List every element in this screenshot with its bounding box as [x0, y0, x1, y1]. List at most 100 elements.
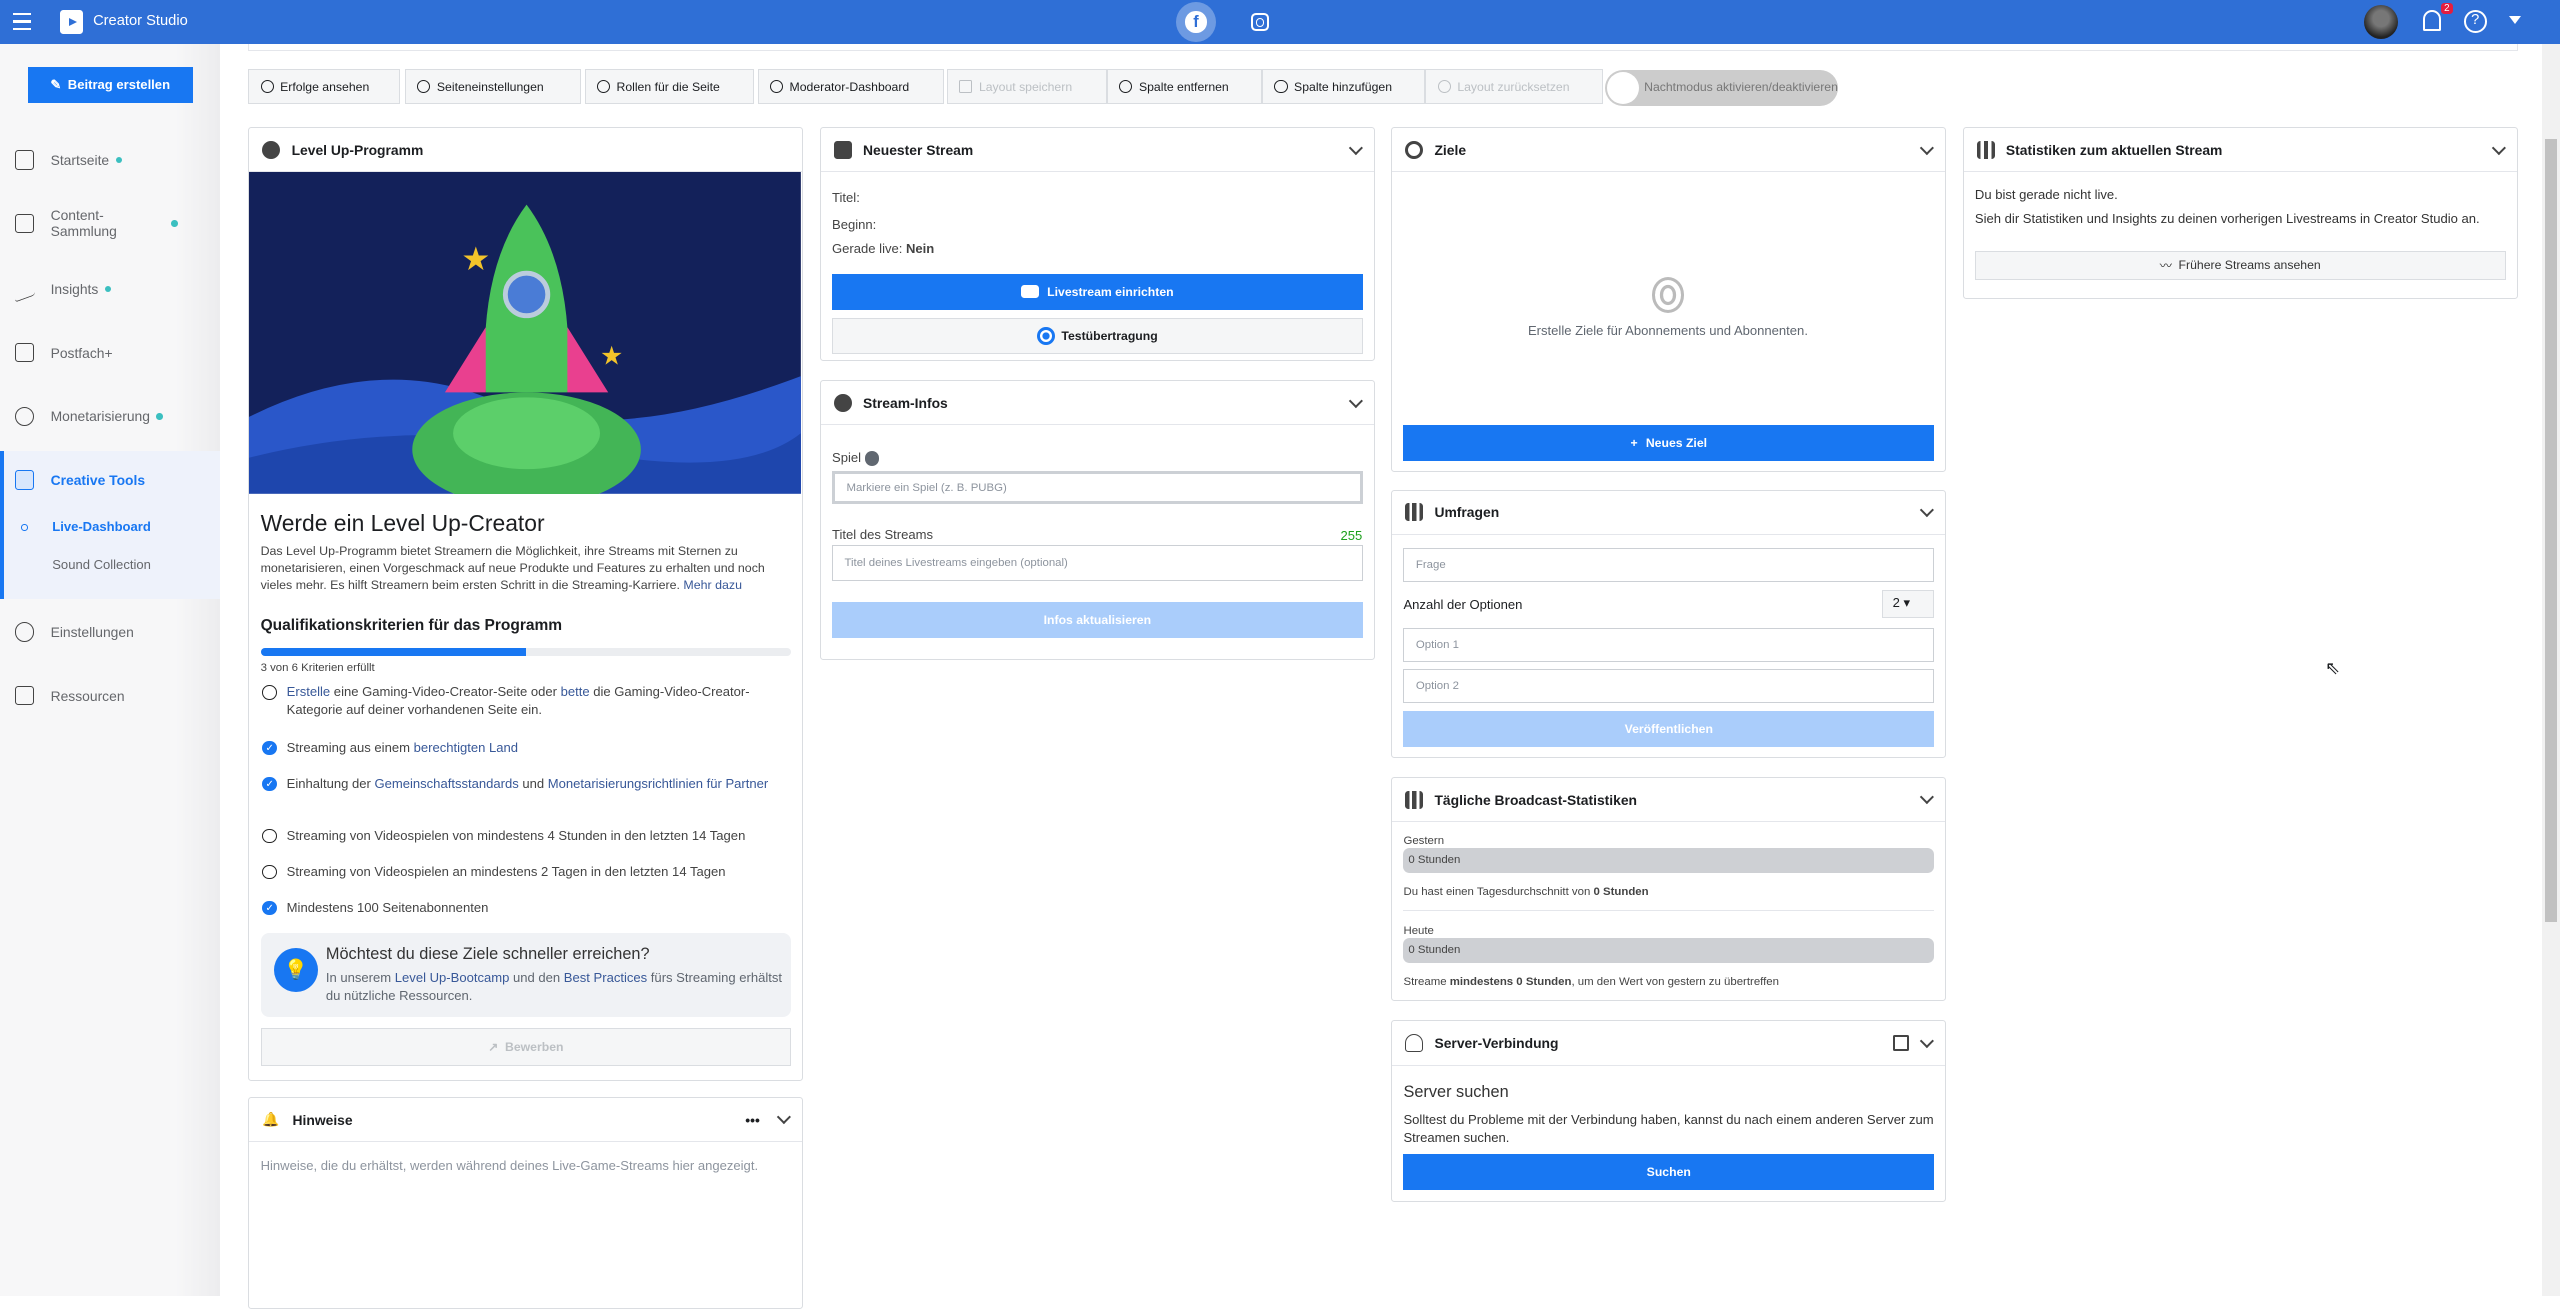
menu-icon[interactable]: [13, 13, 31, 35]
test-broadcast-button[interactable]: Testübertragung: [832, 317, 1363, 354]
remove-column-button[interactable]: Spalte entfernen: [1106, 68, 1263, 105]
stats-text: Sieh dir Statistiken und Insights zu dei…: [1974, 210, 2480, 226]
live-status: Gerade live: Nein: [832, 241, 934, 256]
criteria-link[interactable]: Gemeinschaftsstandards: [374, 776, 518, 791]
chevron-down-icon[interactable]: [1920, 790, 1935, 805]
chevron-down-icon[interactable]: [1348, 140, 1363, 155]
update-info-button[interactable]: Infos aktualisieren: [832, 601, 1363, 638]
scrollbar[interactable]: [2542, 44, 2560, 1297]
sidebar-item-inbox[interactable]: Postfach+: [0, 342, 220, 363]
option-count-select[interactable]: 2 ▾: [1881, 590, 1935, 619]
stream-title-input[interactable]: Titel deines Livestreams eingeben (optio…: [832, 544, 1363, 581]
bell-icon[interactable]: [2422, 9, 2441, 31]
button-label: Neues Ziel: [1645, 436, 1708, 451]
target-icon: [1651, 276, 1685, 313]
arrow-up-circle-icon: [262, 140, 281, 159]
create-post-label: Beitrag erstellen: [67, 77, 171, 93]
sidebar-item-settings[interactable]: Einstellungen: [0, 622, 220, 642]
best-practices-link[interactable]: Best Practices: [564, 970, 647, 985]
page-roles-button[interactable]: Rollen für die Seite: [584, 68, 755, 105]
option-1-input[interactable]: Option 1: [1403, 627, 1935, 663]
chevron-down-icon[interactable]: [1920, 502, 1935, 517]
search-server-button[interactable]: Suchen: [1403, 1153, 1935, 1190]
button-label: Layout zurücksetzen: [1457, 79, 1570, 94]
plus-icon: +: [1630, 436, 1638, 451]
more-icon[interactable]: •••: [745, 1112, 760, 1128]
moderator-dashboard-button[interactable]: Moderator-Dashboard: [757, 68, 944, 105]
sidebar-item-sound-collection[interactable]: Sound Collection: [52, 557, 151, 572]
sidebar-item-insights[interactable]: Insights: [0, 275, 220, 303]
edit-icon: ✎: [50, 76, 62, 92]
setup-livestream-button[interactable]: Livestream einrichten: [832, 273, 1363, 310]
save-layout-button[interactable]: Layout speichern: [946, 68, 1107, 105]
radio-icon: [1036, 326, 1055, 345]
empty-circle-icon: [262, 828, 277, 844]
external-link-icon[interactable]: [1892, 1034, 1910, 1052]
question-input[interactable]: Frage: [1403, 547, 1935, 583]
yesterday-label: Gestern: [1403, 835, 1445, 848]
past-streams-button[interactable]: 〰 Frühere Streams ansehen: [1974, 250, 2506, 281]
level-up-card: Level Up-Programm ★ ★ Werde ein Level Up…: [248, 127, 804, 1081]
sidebar-item-live-dashboard[interactable]: Live-Dashboard: [52, 519, 151, 534]
criteria-text-part: Streaming aus einem: [286, 739, 414, 755]
goals-card: Ziele Erstelle Ziele für Abonnements und…: [1391, 127, 1947, 472]
content-icon: [14, 213, 35, 234]
arrow-icon: ↗: [488, 1039, 499, 1054]
bar-chart-icon: [1405, 790, 1424, 809]
facebook-tab-icon[interactable]: f: [1175, 1, 1217, 43]
stream-info-card: Stream-Infos Spiel Markiere ein Spiel (z…: [819, 380, 1375, 660]
account-dropdown-icon[interactable]: [2509, 16, 2522, 25]
avatar[interactable]: [2364, 4, 2399, 40]
criteria-link[interactable]: berechtigten Land: [414, 740, 518, 755]
info-icon[interactable]: [864, 451, 880, 466]
chevron-down-icon[interactable]: [777, 1110, 792, 1125]
criteria-link[interactable]: Erstelle: [287, 684, 331, 699]
game-label: Spiel: [832, 450, 880, 466]
criteria-link[interactable]: bette: [561, 684, 590, 699]
night-mode-toggle[interactable]: Nachtmodus aktivieren/deaktivieren: [1604, 70, 1839, 107]
chevron-down-icon[interactable]: [1920, 140, 1935, 155]
minus-circle-icon: [1119, 79, 1133, 94]
live-label: Gerade live:: [832, 241, 903, 256]
button-label: Seiteneinstellungen: [436, 79, 544, 94]
card-header: Server-Verbindung: [1392, 1021, 1946, 1066]
sidebar-label: Postfach+: [50, 344, 113, 361]
sidebar-item-resources[interactable]: Ressourcen: [0, 685, 220, 706]
page-settings-button[interactable]: Seiteneinstellungen: [404, 68, 582, 105]
select-value: 2: [1892, 595, 1900, 611]
chevron-down-icon[interactable]: [1920, 1033, 1935, 1048]
instagram-tab-icon[interactable]: [1250, 13, 1269, 31]
add-column-button[interactable]: Spalte hinzufügen: [1262, 68, 1426, 105]
reset-layout-button[interactable]: Layout zurücksetzen: [1425, 68, 1604, 105]
chevron-down-icon[interactable]: [1348, 393, 1363, 408]
button-label: Erfolge ansehen: [280, 79, 370, 94]
bootcamp-link[interactable]: Level Up-Bootcamp: [395, 970, 510, 985]
status-dot: [104, 285, 112, 293]
sidebar-item-monetization[interactable]: Monetarisierung: [0, 406, 220, 427]
sidebar-item-creative-tools[interactable]: Creative Tools: [0, 470, 220, 490]
card-title: Neuester Stream: [863, 141, 974, 158]
daily-stats-card: Tägliche Broadcast-Statistiken Gestern 0…: [1391, 777, 1947, 1001]
option-2-input[interactable]: Option 2: [1403, 668, 1935, 704]
sidebar-item-startseite[interactable]: Startseite: [0, 150, 220, 170]
chevron-down-icon[interactable]: [2491, 140, 2506, 155]
create-post-button[interactable]: ✎ Beitrag erstellen: [27, 66, 193, 103]
help-icon[interactable]: ?: [2463, 9, 2487, 33]
scrollbar-thumb[interactable]: [2545, 138, 2557, 923]
criteria-item: ✓ Mindestens 100 Seitenabonnenten: [262, 899, 784, 917]
apply-label: Bewerben: [505, 1039, 564, 1054]
empty-circle-icon: [262, 864, 277, 880]
criteria-link[interactable]: Monetarisierungsrichtlinien für Partner: [548, 776, 768, 791]
sidebar-item-content[interactable]: Content-Sammlung: [0, 207, 220, 239]
game-input[interactable]: Markiere ein Spiel (z. B. PUBG): [832, 471, 1363, 504]
apply-button[interactable]: ↗ Bewerben: [260, 1027, 792, 1066]
server-title: Server suchen: [1403, 1083, 1509, 1102]
more-link[interactable]: Mehr dazu: [683, 578, 742, 592]
bar-chart-icon: [1976, 140, 1995, 159]
card-header: Ziele: [1392, 128, 1946, 173]
publish-button[interactable]: Veröffentlichen: [1403, 711, 1935, 748]
resources-icon: [14, 685, 35, 706]
card-title: Tägliche Broadcast-Statistiken: [1434, 791, 1638, 808]
new-goal-button[interactable]: + Neues Ziel: [1403, 425, 1935, 462]
achievements-button[interactable]: Erfolge ansehen: [248, 68, 400, 105]
